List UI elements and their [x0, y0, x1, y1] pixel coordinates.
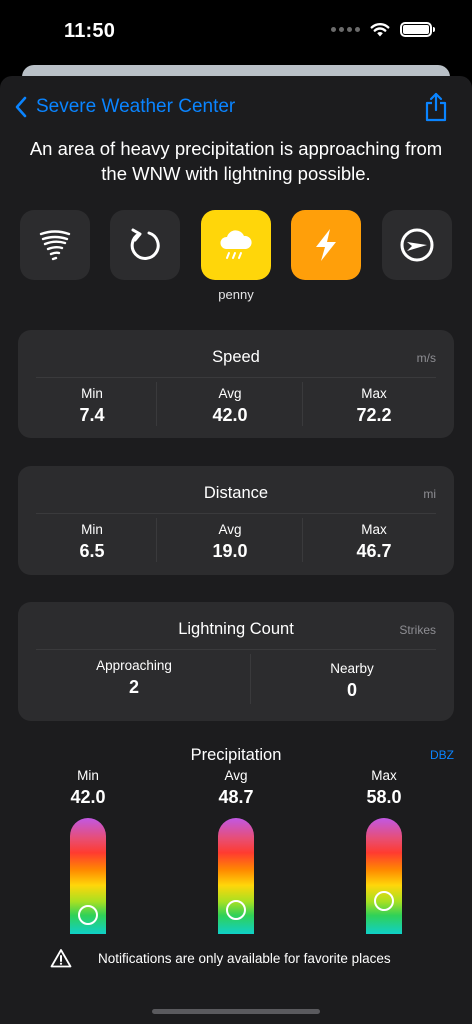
precipitation-unit[interactable]: DBZ	[430, 748, 454, 762]
precip-min-column: Min 42.0	[48, 768, 128, 808]
column-separator	[302, 382, 303, 426]
precip-min-gauge	[70, 818, 106, 934]
column-separator	[302, 518, 303, 562]
precip-avg-marker	[226, 900, 246, 920]
precip-min-value: 42.0	[70, 787, 106, 807]
approaching-label: Approaching	[96, 658, 172, 673]
distance-max-label: Max	[361, 522, 387, 537]
precip-min-label: Min	[77, 768, 99, 783]
speed-avg-stat: Avg 42.0	[190, 386, 270, 426]
chevron-left-icon	[15, 96, 27, 118]
status-indicators	[331, 22, 435, 37]
distance-max-stat: Max 46.7	[334, 522, 414, 562]
cellular-signal-icon	[331, 27, 360, 32]
distance-max-value: 46.7	[356, 541, 392, 561]
selected-place-label: penny	[218, 287, 254, 302]
back-button[interactable]: Severe Weather Center	[14, 96, 235, 118]
column-separator	[156, 382, 157, 426]
notification-notice: Notifications are only available for fav…	[50, 948, 391, 968]
alert-headline: An area of heavy precipitation is approa…	[29, 138, 443, 184]
card-divider	[36, 649, 436, 650]
speed-unit: m/s	[416, 351, 436, 365]
severe-weather-sheet: Severe Weather Center An area of heavy p…	[0, 76, 472, 1024]
home-indicator[interactable]	[152, 1009, 320, 1014]
precip-avg-gauge	[218, 818, 254, 934]
share-icon[interactable]	[424, 92, 448, 122]
rotation-icon	[130, 228, 160, 260]
precip-avg-label: Avg	[224, 768, 248, 783]
distance-unit: mi	[423, 487, 436, 501]
lightning-title: Lightning Count	[178, 620, 294, 638]
direction-tile[interactable]	[382, 210, 452, 280]
nearby-value: 0	[346, 680, 357, 700]
speed-title: Speed	[212, 348, 260, 366]
precip-max-column: Max 58.0	[344, 768, 424, 808]
nearby-stat: Nearby 0	[312, 661, 392, 701]
tornado-icon	[39, 230, 71, 261]
nearby-label: Nearby	[330, 661, 374, 676]
distance-avg-label: Avg	[218, 522, 242, 537]
wifi-icon	[370, 23, 390, 37]
precipitation-title: Precipitation	[190, 746, 282, 764]
warning-icon	[50, 949, 72, 968]
speed-avg-label: Avg	[218, 386, 242, 401]
precipitation-tile[interactable]	[201, 210, 271, 280]
storm-cloud-icon	[220, 230, 252, 259]
precip-min-marker	[78, 905, 98, 925]
precip-max-label: Max	[371, 768, 397, 783]
lightning-card: Lightning Count Strikes Approaching 2 Ne…	[18, 602, 454, 721]
distance-min-stat: Min 6.5	[52, 522, 132, 562]
status-bar: 11:50	[0, 0, 472, 62]
distance-min-label: Min	[81, 522, 103, 537]
precip-max-value: 58.0	[366, 787, 402, 807]
distance-avg-value: 19.0	[212, 541, 248, 561]
approaching-value: 2	[128, 677, 139, 697]
lightning-tile[interactable]	[291, 210, 361, 280]
lightning-bolt-icon	[316, 229, 336, 261]
direction-arrow-icon	[400, 228, 434, 262]
status-time: 11:50	[64, 20, 116, 42]
precip-max-marker	[374, 891, 394, 911]
rotation-tile[interactable]	[110, 210, 180, 280]
distance-avg-stat: Avg 19.0	[190, 522, 270, 562]
battery-icon	[400, 22, 435, 37]
precip-avg-value: 48.7	[218, 787, 254, 807]
lightning-unit: Strikes	[399, 623, 436, 637]
card-divider	[36, 377, 436, 378]
distance-min-value: 6.5	[79, 541, 105, 561]
column-separator	[156, 518, 157, 562]
speed-min-value: 7.4	[79, 405, 105, 425]
back-button-label: Severe Weather Center	[36, 96, 236, 117]
speed-max-value: 72.2	[356, 405, 392, 425]
speed-avg-value: 42.0	[212, 405, 248, 425]
speed-min-label: Min	[81, 386, 103, 401]
column-separator	[250, 654, 251, 704]
speed-card: Speed m/s Min 7.4 Avg 42.0 Max 72.2	[18, 330, 454, 438]
card-divider	[36, 513, 436, 514]
hazard-tiles: penny	[20, 210, 452, 302]
speed-max-label: Max	[361, 386, 387, 401]
precip-avg-column: Avg 48.7	[196, 768, 276, 808]
approaching-stat: Approaching 2	[74, 658, 194, 698]
tornado-tile[interactable]	[20, 210, 90, 280]
distance-card: Distance mi Min 6.5 Avg 19.0 Max 46.7	[18, 466, 454, 575]
speed-min-stat: Min 7.4	[52, 386, 132, 426]
distance-title: Distance	[203, 484, 269, 502]
speed-max-stat: Max 72.2	[334, 386, 414, 426]
precip-max-gauge	[366, 818, 402, 934]
notice-text: Notifications are only available for fav…	[98, 950, 391, 966]
precipitation-section: Precipitation DBZ Min 42.0 Avg 48.7 Max …	[0, 742, 472, 942]
